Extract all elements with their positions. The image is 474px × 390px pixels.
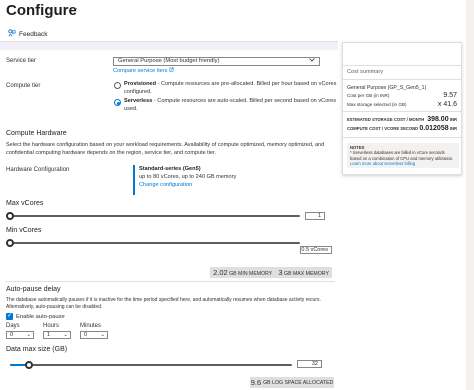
provisioned-name: Provisioned [124,81,157,87]
provisioned-option-text: Provisioned - Compute resources are pre-… [124,81,339,96]
max-memory: 3 GB MAX MEMORY [278,268,329,277]
service-tier-value: General Purpose (Most budget friendly) [118,58,220,64]
section-divider [5,281,335,282]
cost-summary-panel: Cost summary General Purpose (GP_S_Gen5_… [342,42,462,175]
chevron-down-icon [309,58,315,65]
days-value: 0 [10,332,14,338]
min-memory-value: 2.02 [213,268,228,277]
memory-summary-band: 2.02 GB MIN MEMORY 3 GB MAX MEMORY [210,267,332,278]
cost-notes: NOTES * Serverless databases are billed … [347,143,459,169]
serverless-radio[interactable] [114,99,121,106]
max-storage-row: Max storage selected (in GB) x 41.6 [347,101,457,108]
max-memory-value: 3 [278,268,283,277]
max-memory-unit: GB MAX MEMORY [284,271,329,277]
cost-per-gb-value: 9.57 [443,92,457,99]
max-vcores-input[interactable]: 1 [305,212,325,220]
serverless-billing-link[interactable]: Learn more about serverless billing [350,161,456,166]
hours-value: 1 [47,332,51,338]
minutes-value: 0 [84,332,88,338]
provisioned-desc: - Compute resources are pre-allocated. B… [124,81,337,95]
max-storage-value: x 41.6 [437,101,457,108]
min-vcores-label: Min vCores [6,227,42,234]
change-configuration-link[interactable]: Change configuration [139,181,298,189]
auto-pause-description: The database automatically pauses if it … [6,297,321,310]
log-space-band: 9.6 GB LOG SPACE ALLOCATED [250,377,334,388]
enable-auto-pause-label: Enable auto-pause [16,313,65,320]
min-vcores-select[interactable]: 0.5 vCores [300,246,332,254]
cost-per-gb-label: Cost per GB (in INR) [347,93,390,98]
compare-service-tiers-link[interactable]: Compare service tiers [113,67,174,74]
estimated-storage-row: ESTIMATED STORAGE COST / MONTH 398.00 INR [347,116,457,123]
serverless-option-text: Serverless - Compute resources are auto-… [124,98,339,113]
days-dropdown[interactable]: 0 ⌄ [6,331,34,339]
data-max-size-slider-thumb[interactable] [25,361,33,369]
hardware-configuration-card: Standard-series (Gen5) up to 80 vCores, … [133,165,298,195]
compute-hardware-heading: Compute Hardware [6,130,67,137]
enable-auto-pause-checkbox[interactable]: ✓ Enable auto-pause [6,313,65,320]
service-tier-dropdown[interactable]: General Purpose (Most budget friendly) [113,57,320,66]
compare-service-tiers-label: Compare service tiers [113,67,168,74]
min-memory-unit: GB MIN MEMORY [229,271,273,277]
page-scrollbar[interactable] [466,0,474,390]
compute-cost-unit: INR [449,126,457,131]
data-max-size-input[interactable]: 32 [297,360,322,368]
cost-summary-top-divider [343,65,461,66]
estimated-storage-label: ESTIMATED STORAGE COST / MONTH [347,117,425,122]
hours-label: Hours [43,323,60,329]
data-max-size-slider-track[interactable] [10,364,292,366]
chevron-down-icon: ⌄ [63,332,68,338]
cost-summary-bottom-divider [343,137,461,138]
serverless-name: Serverless [124,98,153,104]
feedback-icon [8,29,16,39]
minutes-dropdown[interactable]: 0 ⌄ [80,331,108,339]
days-label: Days [6,323,20,329]
estimated-storage-unit: INR [449,117,457,122]
compute-cost-label: COMPUTE COST / VCORE SECOND [347,126,419,131]
min-memory: 2.02 GB MIN MEMORY [213,268,272,277]
compute-tier-label: Compute tier [6,83,41,89]
chevron-down-icon: ⌄ [100,332,105,338]
feedback-button[interactable]: Feedback [8,29,48,39]
hardware-config-detail: up to 80 vCores, up to 240 GB memory [139,174,237,180]
auto-pause-heading: Auto-pause delay [6,286,61,293]
hardware-config-name: Standard-series (Gen5) [139,166,201,172]
minutes-label: Minutes [80,323,102,329]
cost-per-gb-row: Cost per GB (in INR) 9.57 [347,92,457,99]
log-space-value: 9.6 [250,378,262,387]
max-storage-label: Max storage selected (in GB) [347,102,407,107]
feedback-label: Feedback [19,30,48,38]
hardware-configuration-label: Hardware Configuration [6,167,70,173]
cost-summary-mid-divider [343,111,461,112]
cost-tier-line: General Purpose (GP_S_Gen5_1) [347,85,457,91]
min-vcores-slider-thumb[interactable] [6,239,14,247]
info-banner-strip [0,42,338,50]
cost-summary-heading: Cost summary [347,69,384,75]
estimated-storage-value: 398.00 [427,116,449,123]
hours-dropdown[interactable]: 1 ⌄ [43,331,71,339]
max-vcores-slider-thumb[interactable] [6,212,14,220]
log-space-unit: GB LOG SPACE ALLOCATED [263,379,334,386]
more-options-button[interactable]: ··· [66,3,79,14]
notes-text: * Serverless databases are billed in vCo… [350,150,454,161]
provisioned-radio[interactable] [114,82,121,89]
compute-hardware-description: Select the hardware configuration based … [6,142,325,156]
cost-summary-heading-divider [343,79,461,80]
data-max-size-label: Data max size (GB) [6,346,68,353]
max-vcores-label: Max vCores [6,200,44,207]
service-tier-label: Service tier [6,58,37,64]
compute-cost-row: COMPUTE COST / VCORE SECOND 0.012058 INR [347,125,457,132]
chevron-down-icon: ⌄ [26,332,31,338]
compute-cost-value: 0.012058 [419,125,449,132]
min-vcores-slider-track[interactable] [10,242,300,244]
checkmark-icon: ✓ [6,313,13,320]
max-vcores-slider-track[interactable] [10,215,300,217]
cost-tier-text: General Purpose (GP_S_Gen5_1) [347,85,427,91]
external-link-icon [169,67,174,74]
serverless-desc: - Compute resources are auto-scaled. Bil… [124,98,337,112]
